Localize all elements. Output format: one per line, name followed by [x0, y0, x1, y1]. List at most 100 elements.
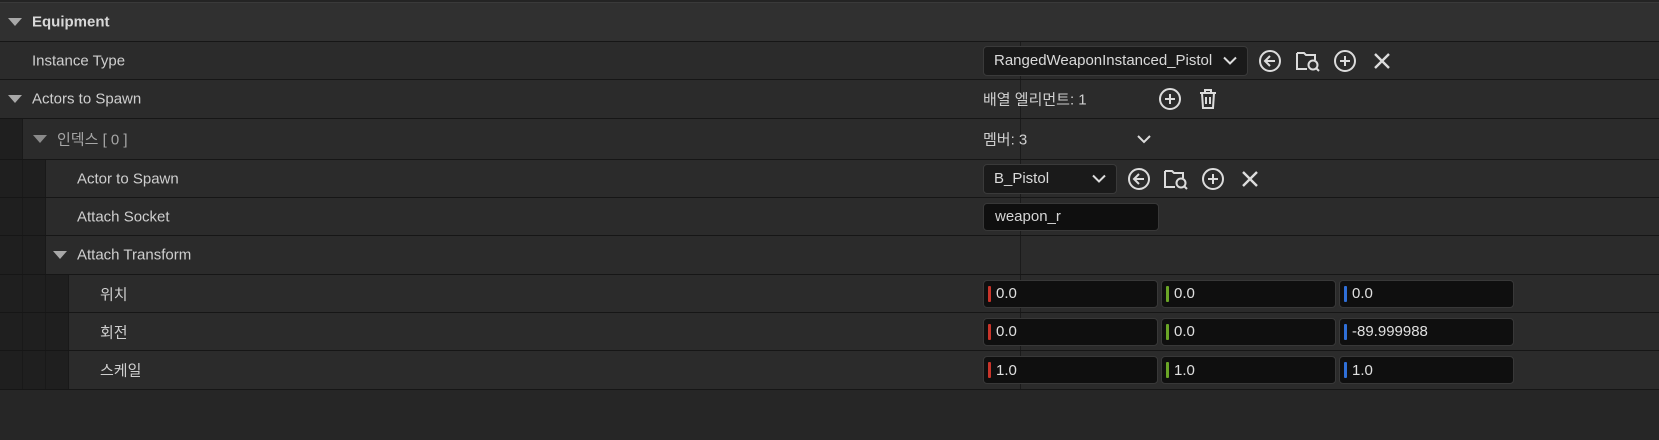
y-axis-marker — [1166, 362, 1169, 378]
details-panel: Equipment Instance Type RangedWeaponInst… — [0, 0, 1659, 440]
category-equipment[interactable]: Equipment — [0, 2, 1659, 42]
clear-button[interactable] — [1237, 166, 1263, 192]
input-value: 0.0 — [996, 285, 1017, 302]
indent-guide — [0, 275, 23, 312]
input-value: 0.0 — [1352, 285, 1373, 302]
property-label: 스케일 — [100, 362, 142, 380]
input-value: -89.999988 — [1352, 323, 1428, 340]
member-count: 멤버: 3 — [983, 131, 1028, 149]
trash-icon — [1200, 89, 1216, 109]
input-value: 1.0 — [1174, 361, 1195, 379]
indent-guide — [46, 313, 69, 350]
location-y-input[interactable]: 0.0 — [1161, 279, 1336, 308]
add-element-button[interactable] — [1157, 86, 1183, 112]
input-value: weapon_r — [995, 208, 1061, 225]
location-z-input[interactable]: 0.0 — [1339, 279, 1514, 308]
actor-class-combo[interactable]: B_Pistol — [983, 163, 1117, 194]
plus-circle-icon — [1202, 167, 1224, 190]
property-instance-type: Instance Type RangedWeaponInstanced_Pist… — [0, 42, 1659, 80]
indent-guide — [46, 351, 69, 389]
property-actor-to-spawn: Actor to Spawn B_Pistol — [0, 160, 1659, 198]
combo-value: B_Pistol — [994, 170, 1050, 187]
x-axis-marker — [988, 285, 991, 302]
x-axis-marker — [988, 323, 991, 340]
chevron-down-icon — [1223, 52, 1237, 69]
folder-search-icon — [1296, 51, 1320, 72]
indent-guide — [0, 351, 23, 389]
property-label: 회전 — [100, 324, 128, 341]
property-rotation: 회전 0.0 0.0 -89.999988 — [0, 313, 1659, 351]
z-axis-marker — [1344, 323, 1347, 340]
property-label: 위치 — [100, 286, 128, 303]
clear-button[interactable] — [1369, 48, 1395, 74]
indent-guide — [23, 351, 46, 389]
z-axis-marker — [1344, 362, 1347, 378]
property-attach-socket: Attach Socket weapon_r — [0, 198, 1659, 236]
use-selected-button[interactable] — [1257, 48, 1283, 74]
input-value: 0.0 — [1174, 285, 1195, 302]
arrow-left-circle-icon — [1259, 49, 1281, 72]
array-element-count: 배열 엘리먼트: 1 — [983, 91, 1087, 109]
rotation-z-input[interactable]: -89.999988 — [1339, 317, 1514, 346]
property-label: Actors to Spawn — [32, 90, 142, 108]
z-axis-marker — [1344, 285, 1347, 302]
plus-circle-icon — [1334, 49, 1356, 72]
scale-x-input[interactable]: 1.0 — [983, 356, 1158, 384]
location-x-input[interactable]: 0.0 — [983, 279, 1158, 308]
scale-z-input[interactable]: 1.0 — [1339, 356, 1514, 384]
browse-button[interactable] — [1163, 166, 1189, 192]
use-selected-button[interactable] — [1126, 166, 1152, 192]
close-icon — [1242, 170, 1258, 187]
y-axis-marker — [1166, 285, 1169, 302]
rotation-y-input[interactable]: 0.0 — [1161, 317, 1336, 346]
index-options-dropdown[interactable] — [1131, 126, 1157, 152]
input-value: 0.0 — [996, 323, 1017, 340]
indent-guide — [0, 236, 23, 274]
indent-guide — [0, 313, 23, 350]
add-button[interactable] — [1332, 48, 1358, 74]
indent-guide — [23, 313, 46, 350]
browse-button[interactable] — [1295, 48, 1321, 74]
collapse-triangle-icon[interactable] — [8, 17, 22, 26]
y-axis-marker — [1166, 323, 1169, 340]
indent-guide — [0, 119, 23, 159]
instance-type-combo[interactable]: RangedWeaponInstanced_Pistol — [983, 45, 1248, 76]
arrow-left-circle-icon — [1128, 167, 1150, 190]
indent-guide — [0, 160, 23, 197]
indent-guide — [0, 198, 23, 235]
array-index-0: 인덱스 [ 0 ] 멤버: 3 — [0, 119, 1659, 160]
combo-value: RangedWeaponInstanced_Pistol — [994, 52, 1213, 69]
attach-socket-input[interactable]: weapon_r — [983, 202, 1159, 231]
index-label: 인덱스 [ 0 ] — [57, 131, 128, 149]
plus-circle-icon — [1159, 88, 1181, 110]
indent-guide — [23, 275, 46, 312]
scale-y-input[interactable]: 1.0 — [1161, 356, 1336, 384]
empty-array-button[interactable] — [1195, 86, 1221, 112]
property-label: Actor to Spawn — [77, 170, 179, 187]
input-value: 1.0 — [1352, 361, 1373, 379]
property-label: Attach Socket — [77, 208, 170, 225]
input-value: 0.0 — [1174, 323, 1195, 340]
chevron-down-icon — [1092, 170, 1106, 187]
indent-guide — [46, 275, 69, 312]
indent-guide — [23, 160, 46, 197]
expand-triangle-icon[interactable] — [33, 135, 47, 143]
chevron-down-icon — [1137, 135, 1151, 144]
folder-search-icon — [1164, 169, 1188, 190]
indent-guide — [23, 236, 46, 274]
input-value: 1.0 — [996, 361, 1017, 379]
property-attach-transform: Attach Transform — [0, 236, 1659, 275]
category-header-bg — [0, 2, 1659, 41]
add-button[interactable] — [1200, 166, 1226, 192]
indent-guide — [23, 198, 46, 235]
expand-triangle-icon[interactable] — [8, 95, 22, 103]
panel-empty-area — [0, 390, 1659, 440]
property-scale: 스케일 1.0 1.0 1.0 — [0, 351, 1659, 390]
x-axis-marker — [988, 362, 991, 378]
property-location: 위치 0.0 0.0 0.0 — [0, 275, 1659, 313]
rotation-x-input[interactable]: 0.0 — [983, 317, 1158, 346]
property-label: Instance Type — [32, 52, 126, 69]
property-label: Attach Transform — [77, 246, 192, 264]
close-icon — [1374, 52, 1390, 69]
expand-triangle-icon[interactable] — [53, 251, 67, 259]
